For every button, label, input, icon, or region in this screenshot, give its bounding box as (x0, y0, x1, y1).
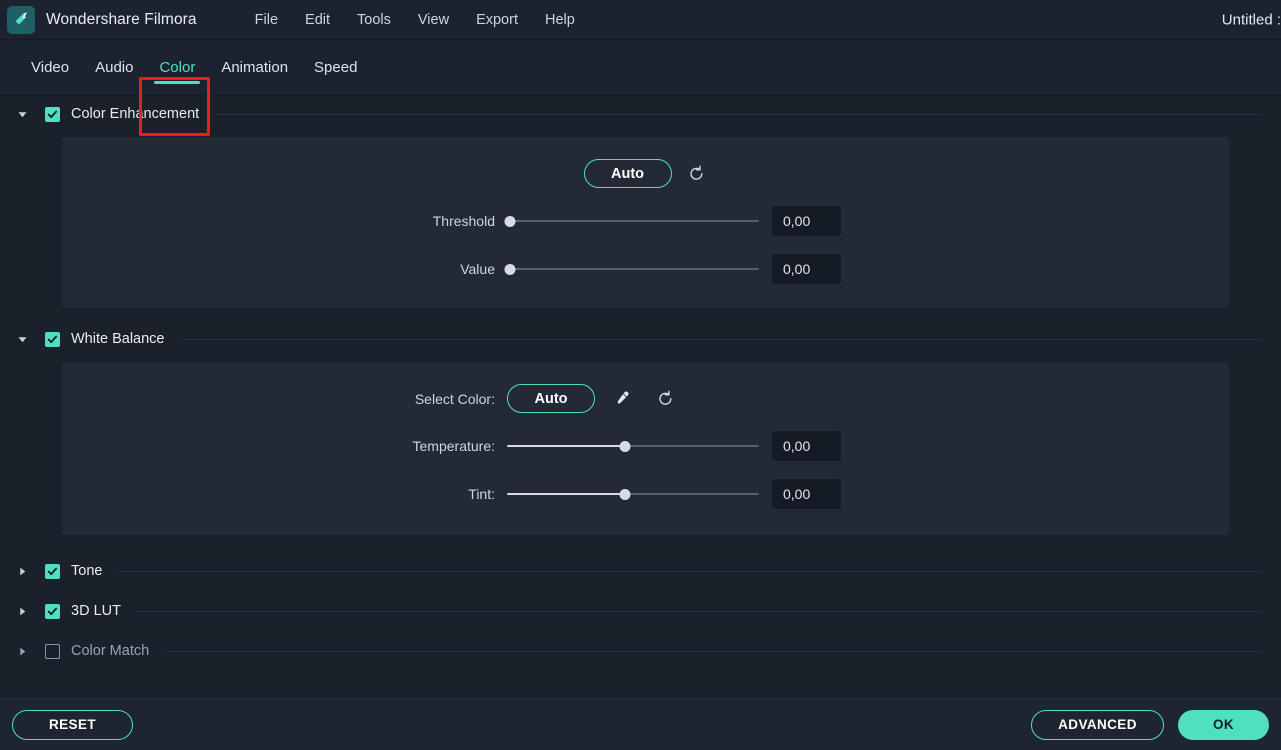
tab-speed[interactable]: Speed (301, 40, 370, 96)
tab-audio-label: Audio (95, 59, 134, 76)
chevron-right-icon[interactable] (14, 563, 30, 579)
slider-track-value[interactable] (504, 262, 759, 276)
slider-row-tint: Tint: 0,00 (62, 479, 1229, 509)
tab-audio[interactable]: Audio (82, 40, 146, 96)
eyedropper-icon[interactable] (611, 388, 633, 410)
slider-knob-temperature[interactable] (619, 440, 631, 452)
menu-item-view[interactable]: View (418, 12, 449, 28)
tab-video[interactable]: Video (18, 40, 82, 96)
chevron-right-icon[interactable] (14, 603, 30, 619)
white-balance-card: Select Color: Auto Temperature: 0,00 Tin… (62, 362, 1229, 535)
section-header-color-match[interactable]: Color Match (0, 633, 1281, 669)
slider-knob-threshold[interactable] (504, 215, 516, 227)
slider-track-bg (507, 220, 759, 222)
chevron-down-icon[interactable] (14, 331, 30, 347)
slider-track-threshold[interactable] (504, 214, 759, 228)
color-enhancement-card: Auto Threshold 0,00 Value 0,00 (62, 137, 1229, 308)
dialog-footer: RESET ADVANCED OK (0, 698, 1281, 750)
slider-track-temperature[interactable] (507, 439, 759, 453)
section-divider (165, 650, 1261, 652)
section-label-white-balance: White Balance (71, 331, 165, 347)
section-header-color-enhancement[interactable]: Color Enhancement (0, 96, 1281, 132)
white-balance-select-color-row: Select Color: Auto (62, 384, 1229, 413)
color-enhancement-reset-icon[interactable] (686, 163, 708, 185)
slider-label-temperature: Temperature: (412, 438, 495, 454)
slider-value-temperature[interactable]: 0,00 (772, 431, 841, 461)
section-label-3d-lut: 3D LUT (71, 603, 121, 619)
section-divider (180, 338, 1261, 340)
chevron-down-icon[interactable] (14, 106, 30, 122)
section-divider (136, 610, 1261, 612)
filmora-logo-icon (7, 5, 35, 34)
app-title: Wondershare Filmora (46, 10, 197, 28)
menu-item-file[interactable]: File (255, 12, 278, 28)
slider-track-tint[interactable] (507, 487, 759, 501)
menu-item-edit[interactable]: Edit (305, 12, 330, 28)
white-balance-icon-group (611, 388, 676, 410)
section-label-color-enhancement: Color Enhancement (71, 106, 200, 122)
slider-value-value[interactable]: 0,00 (772, 254, 841, 284)
reset-button[interactable]: RESET (12, 709, 133, 740)
section-label-tone: Tone (71, 563, 103, 579)
document-title: Untitled : (1221, 11, 1281, 28)
section-header-tone[interactable]: Tone (0, 553, 1281, 589)
active-tab-indicator (154, 80, 201, 84)
checkbox-color-enhancement[interactable] (45, 106, 60, 122)
section-label-color-match: Color Match (71, 643, 150, 659)
tab-color[interactable]: Color (146, 40, 208, 96)
slider-track-fill (507, 445, 626, 447)
menu-item-export[interactable]: Export (476, 12, 518, 28)
color-enhancement-auto-button[interactable]: Auto (583, 159, 672, 188)
slider-row-value: Value 0,00 (62, 254, 1229, 284)
checkbox-tone[interactable] (45, 563, 60, 579)
color-enhancement-auto-row: Auto (62, 159, 1229, 188)
slider-track-fill (507, 493, 626, 495)
tab-video-label: Video (31, 59, 70, 76)
section-divider (215, 113, 1261, 115)
menu-bar: File Edit Tools View Export Help (255, 12, 575, 28)
slider-value-tint[interactable]: 0,00 (772, 479, 841, 509)
checkbox-3d-lut[interactable] (45, 603, 60, 619)
menu-item-tools[interactable]: Tools (357, 12, 391, 28)
section-divider (118, 570, 1261, 572)
slider-row-threshold: Threshold 0,00 (62, 206, 1229, 236)
tab-color-label: Color (159, 59, 196, 76)
tab-bar: Video Audio Color Animation Speed (0, 40, 1281, 136)
color-settings-panel: Color Enhancement Auto Threshold 0,00 Va… (0, 96, 1281, 698)
advanced-button[interactable]: ADVANCED (1031, 709, 1164, 740)
white-balance-auto-button[interactable]: Auto (507, 384, 595, 413)
slider-label-threshold: Threshold (432, 213, 495, 229)
section-header-3d-lut[interactable]: 3D LUT (0, 593, 1281, 629)
tab-animation[interactable]: Animation (208, 40, 301, 96)
white-balance-reset-icon[interactable] (654, 388, 676, 410)
slider-label-value: Value (460, 261, 495, 277)
slider-knob-value[interactable] (504, 263, 516, 275)
slider-knob-tint[interactable] (619, 488, 631, 500)
ok-button[interactable]: OK (1178, 709, 1269, 740)
title-bar: Wondershare Filmora File Edit Tools View… (0, 0, 1281, 40)
select-color-label: Select Color: (414, 390, 495, 407)
section-header-white-balance[interactable]: White Balance (0, 321, 1281, 357)
slider-label-tint: Tint: (468, 486, 495, 502)
slider-value-threshold[interactable]: 0,00 (772, 206, 841, 236)
slider-row-temperature: Temperature: 0,00 (62, 431, 1229, 461)
checkbox-white-balance[interactable] (45, 331, 60, 347)
chevron-right-icon[interactable] (14, 643, 30, 659)
tab-speed-label: Speed (314, 59, 358, 76)
slider-track-bg (507, 268, 759, 270)
checkbox-color-match[interactable] (45, 643, 60, 659)
menu-item-help[interactable]: Help (545, 12, 575, 28)
tab-animation-label: Animation (221, 59, 289, 76)
